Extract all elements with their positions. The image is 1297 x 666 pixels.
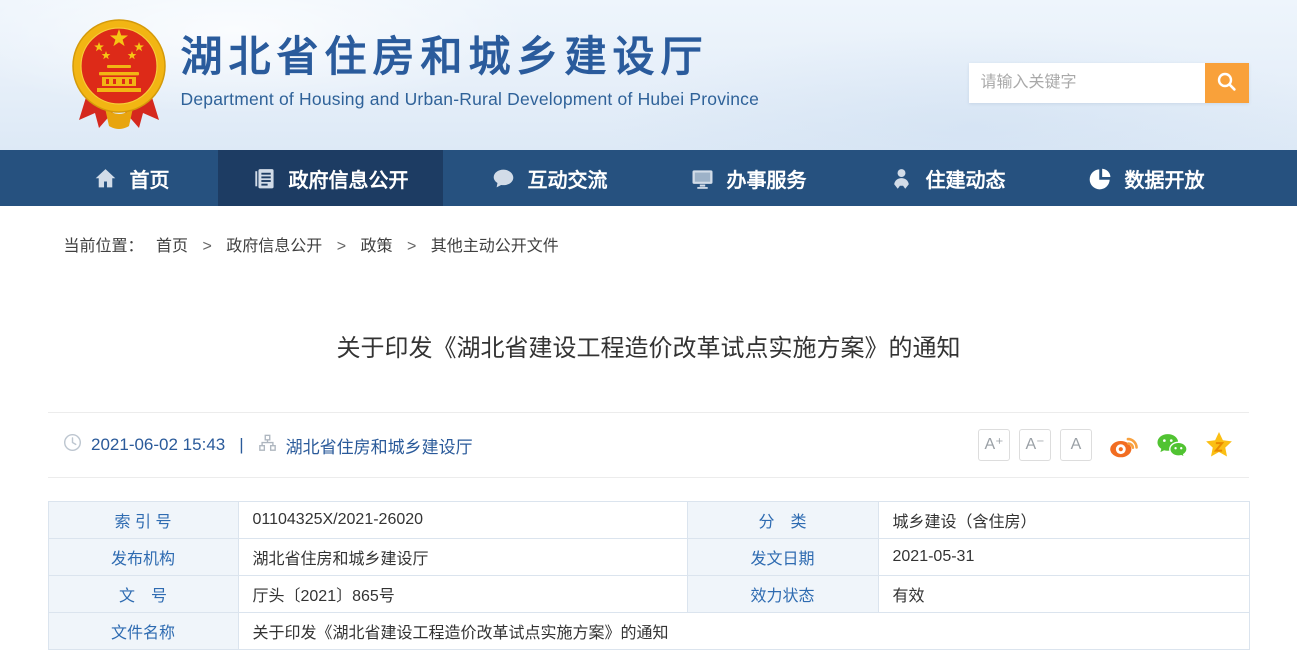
font-reset-button[interactable]: A: [1060, 429, 1092, 461]
table-row: 文 号 厅头〔2021〕865号 效力状态 有效: [48, 576, 1249, 613]
article: 关于印发《湖北省建设工程造价改革试点实施方案》的通知 2021-06-02 15…: [0, 328, 1297, 650]
label-publisher: 发布机构: [48, 539, 238, 576]
document-info-table: 索 引 号 01104325X/2021-26020 分 类 城乡建设（含住房）…: [48, 501, 1250, 650]
value-publish-date: 2021-05-31: [878, 539, 1249, 576]
breadcrumb-home[interactable]: 首页: [156, 238, 188, 255]
breadcrumb-gov-info[interactable]: 政府信息公开: [226, 238, 322, 255]
breadcrumb-separator: >: [202, 238, 211, 255]
site-subtitle-en: Department of Housing and Urban-Rural De…: [181, 89, 760, 110]
breadcrumb-prefix: 当前位置：: [64, 238, 144, 255]
label-doc-name: 文件名称: [48, 613, 238, 650]
chat-bubble-icon: [491, 166, 516, 191]
breadcrumb: 当前位置： 首页 > 政府信息公开 > 政策 > 其他主动公开文件: [49, 232, 1249, 256]
clock-icon: [63, 433, 91, 457]
value-doc-number: 厅头〔2021〕865号: [238, 576, 687, 613]
nav-item-news[interactable]: 住建动态: [855, 150, 1040, 206]
table-row: 发布机构 湖北省住房和城乡建设厅 发文日期 2021-05-31: [48, 539, 1249, 576]
site-header: 湖北省住房和城乡建设厅 Department of Housing and Ur…: [0, 0, 1297, 150]
label-publish-date: 发文日期: [687, 539, 878, 576]
value-validity-status: 有效: [878, 576, 1249, 613]
meta-separator: |: [239, 435, 243, 455]
value-category: 城乡建设（含住房）: [878, 502, 1249, 539]
publish-time: 2021-06-02 15:43: [91, 435, 225, 455]
search-icon: [1215, 70, 1239, 97]
label-category: 分 类: [687, 502, 878, 539]
weibo-icon[interactable]: [1108, 430, 1140, 460]
table-row: 索 引 号 01104325X/2021-26020 分 类 城乡建设（含住房）: [48, 502, 1249, 539]
table-row: 文件名称 关于印发《湖北省建设工程造价改革试点实施方案》的通知: [48, 613, 1249, 650]
pie-chart-icon: [1088, 166, 1113, 191]
article-meta-bar: 2021-06-02 15:43 | 湖北省住房和城乡建设厅 A⁺: [48, 412, 1249, 478]
breadcrumb-separator: >: [407, 238, 416, 255]
source-icon: [258, 434, 286, 457]
label-validity-status: 效力状态: [687, 576, 878, 613]
nav-item-open-data[interactable]: 数据开放: [1054, 150, 1239, 206]
label-doc-number: 文 号: [48, 576, 238, 613]
nav-item-home[interactable]: 首页: [59, 150, 204, 206]
font-increase-button[interactable]: A⁺: [978, 429, 1010, 461]
national-emblem-logo: [69, 16, 169, 136]
value-publisher: 湖北省住房和城乡建设厅: [238, 539, 687, 576]
font-decrease-button[interactable]: A⁻: [1019, 429, 1051, 461]
person-badge-icon: [889, 166, 914, 191]
article-source: 湖北省住房和城乡建设厅: [286, 433, 473, 458]
nav-item-services[interactable]: 办事服务: [656, 150, 841, 206]
breadcrumb-policy[interactable]: 政策: [361, 238, 393, 255]
wechat-icon[interactable]: [1156, 430, 1188, 460]
page: 湖北省住房和城乡建设厅 Department of Housing and Ur…: [0, 0, 1297, 666]
breadcrumb-separator: >: [337, 238, 346, 255]
label-index-number: 索 引 号: [48, 502, 238, 539]
qzone-icon[interactable]: [1204, 430, 1234, 460]
nav-item-interaction[interactable]: 互动交流: [457, 150, 642, 206]
main-nav: 首页 政府信息公开: [0, 150, 1297, 206]
search-button[interactable]: [1205, 63, 1249, 103]
value-index-number: 01104325X/2021-26020: [238, 502, 687, 539]
document-icon: [252, 166, 277, 191]
article-title: 关于印发《湖北省建设工程造价改革试点实施方案》的通知: [0, 328, 1297, 363]
value-doc-name: 关于印发《湖北省建设工程造价改革试点实施方案》的通知: [238, 613, 1249, 650]
site-search: [969, 63, 1249, 103]
nav-item-gov-info[interactable]: 政府信息公开: [218, 150, 443, 206]
home-icon: [93, 166, 118, 191]
breadcrumb-other-docs[interactable]: 其他主动公开文件: [431, 238, 559, 255]
search-input[interactable]: [969, 63, 1205, 103]
site-title: 湖北省住房和城乡建设厅: [181, 34, 760, 82]
monitor-icon: [690, 166, 715, 191]
